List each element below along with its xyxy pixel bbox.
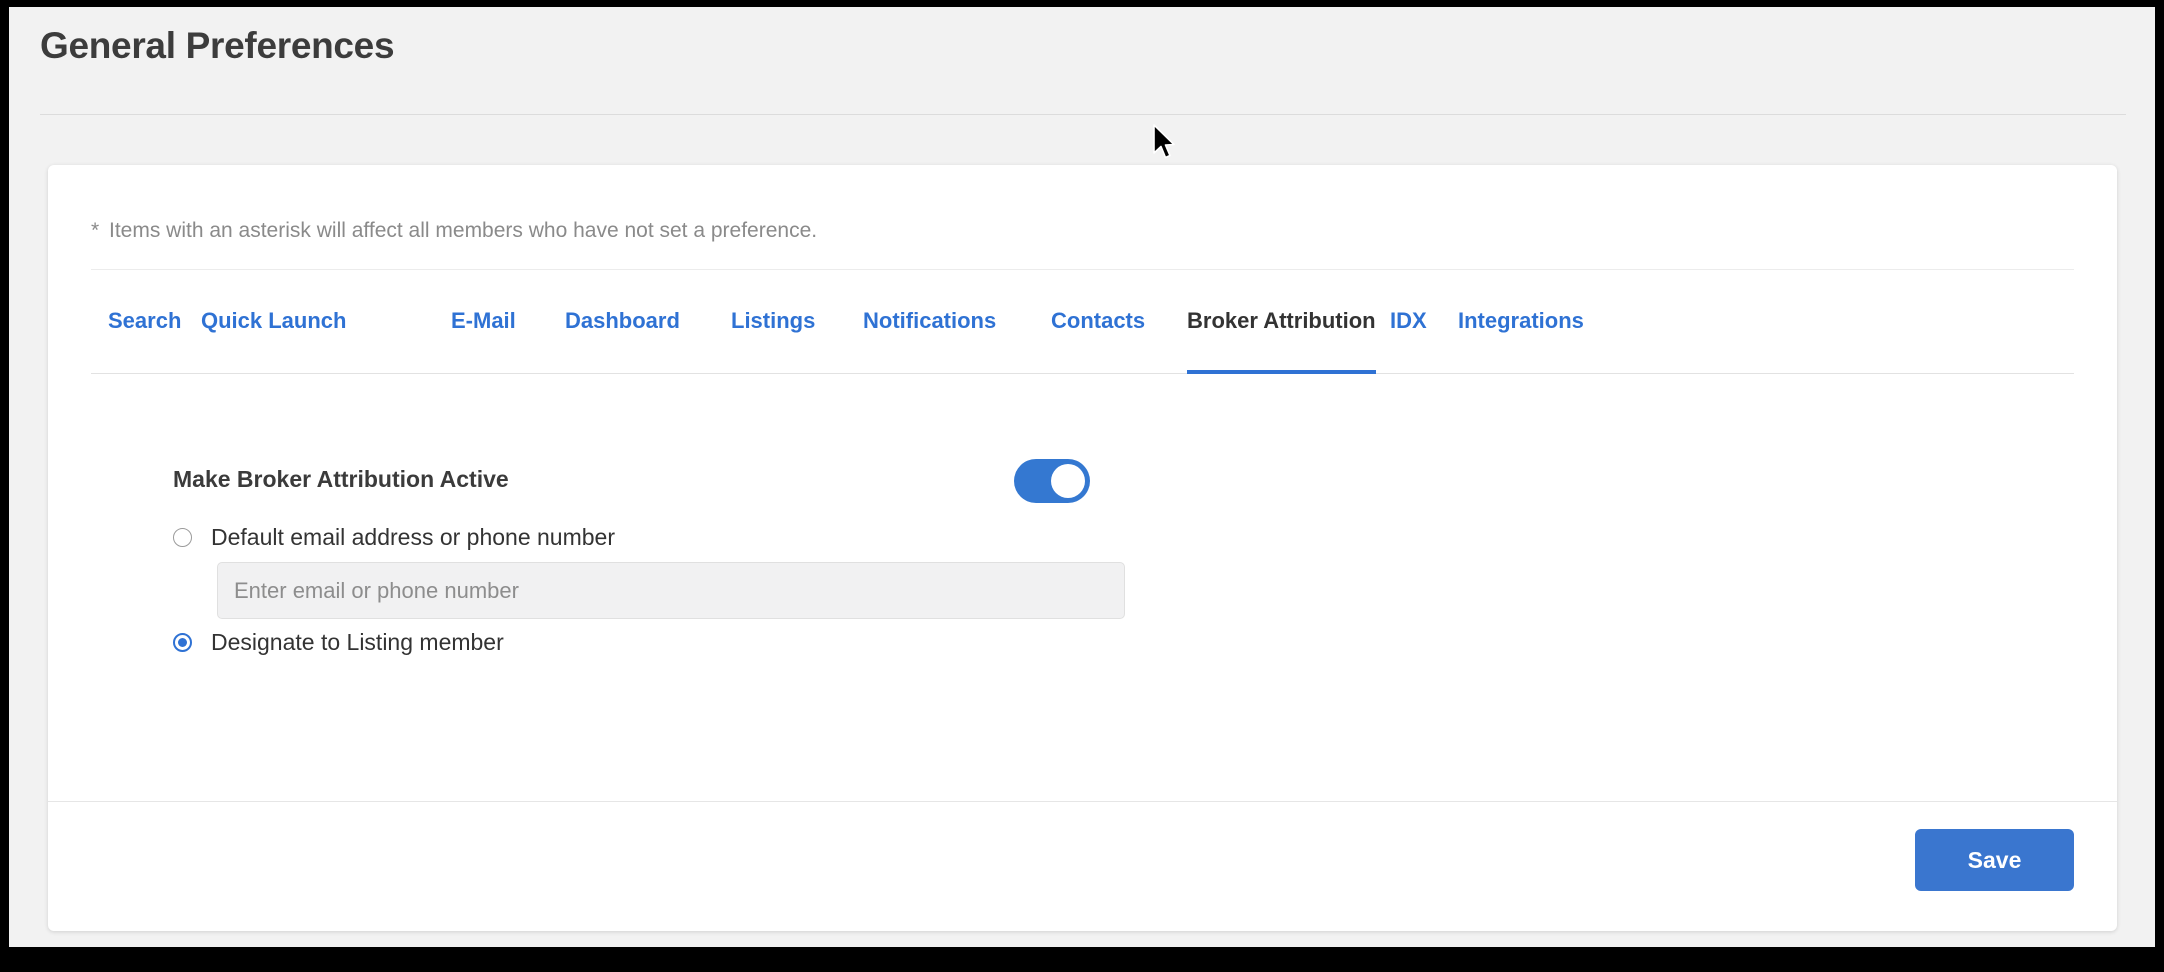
- broker-attribution-active-row: Make Broker Attribution Active: [173, 459, 1090, 503]
- tab-integrations[interactable]: Integrations: [1458, 269, 1584, 373]
- save-button[interactable]: Save: [1915, 829, 2074, 891]
- app-page: General Preferences * Items with an aster…: [9, 7, 2155, 947]
- broker-attribution-active-toggle[interactable]: [1014, 459, 1090, 503]
- tab-strip: Search Quick Launch E-Mail Dashboard Lis…: [91, 269, 2074, 374]
- broker-attribution-panel: Make Broker Attribution Active Default e…: [48, 374, 2117, 801]
- toggle-knob: [1051, 464, 1085, 498]
- tab-idx[interactable]: IDX: [1390, 269, 1427, 373]
- card-footer: Save: [48, 801, 2117, 931]
- radio-icon-designate-listing-member[interactable]: [173, 633, 192, 652]
- radio-label-designate-listing-member: Designate to Listing member: [211, 629, 504, 655]
- radio-label-default-contact: Default email address or phone number: [211, 524, 616, 550]
- tab-broker-attribution[interactable]: Broker Attribution: [1187, 269, 1376, 374]
- asterisk-note-text: Items with an asterisk will affect all m…: [109, 219, 818, 242]
- radio-icon-default-contact[interactable]: [173, 528, 192, 547]
- screen-frame: General Preferences * Items with an aster…: [0, 0, 2164, 972]
- asterisk-symbol: *: [91, 219, 100, 242]
- tab-listings[interactable]: Listings: [731, 269, 815, 373]
- tab-dashboard[interactable]: Dashboard: [565, 269, 680, 373]
- preferences-card: * Items with an asterisk will affect all …: [48, 165, 2117, 931]
- tab-contacts[interactable]: Contacts: [1051, 269, 1145, 373]
- page-title: General Preferences: [40, 25, 395, 66]
- header-divider: [40, 114, 2126, 115]
- broker-attribution-active-label: Make Broker Attribution Active: [173, 466, 509, 492]
- tab-search[interactable]: Search: [108, 269, 181, 373]
- asterisk-note: * Items with an asterisk will affect all …: [91, 219, 817, 243]
- email-or-phone-input[interactable]: [217, 562, 1125, 619]
- tab-notifications[interactable]: Notifications: [863, 269, 996, 373]
- mouse-cursor-arrow-icon: [1152, 124, 1178, 162]
- radio-option-designate-listing-member[interactable]: Designate to Listing member: [173, 629, 504, 656]
- radio-option-default-contact[interactable]: Default email address or phone number: [173, 524, 615, 551]
- tab-quick-launch[interactable]: Quick Launch: [201, 269, 346, 373]
- page-header: General Preferences: [9, 7, 2155, 114]
- tab-e-mail[interactable]: E-Mail: [451, 269, 516, 373]
